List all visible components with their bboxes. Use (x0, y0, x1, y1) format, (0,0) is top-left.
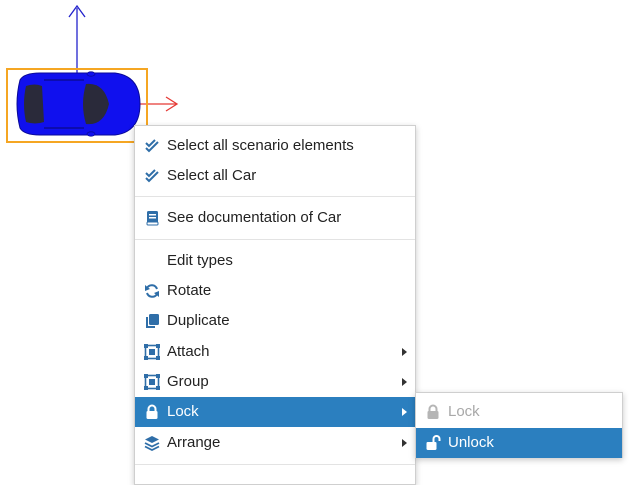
lock-icon (146, 404, 158, 419)
submenu-item-label: Unlock (448, 434, 494, 451)
attach-frame-icon (144, 344, 160, 360)
menu-item-group[interactable]: Group (135, 367, 415, 397)
menu-item-label: Rotate (167, 282, 212, 299)
car-vehicle[interactable] (16, 71, 141, 137)
submenu-item-lock: Lock (416, 397, 622, 427)
copy-icon (146, 314, 159, 328)
lock-icon (427, 404, 439, 419)
submenu-item-label: Lock (448, 403, 480, 420)
menu-item-label: See documentation of Car (167, 209, 342, 226)
menu-item-label: Edit types (167, 252, 233, 269)
double-check-icon (145, 139, 159, 153)
menu-item-select-all-car[interactable]: Select all Car (135, 161, 415, 191)
group-frame-icon (144, 374, 160, 390)
menu-item-arrange[interactable]: Arrange (135, 428, 415, 458)
menu-item-label: Lock (167, 403, 199, 420)
lock-submenu: Lock Unlock (415, 392, 623, 458)
menu-item-label: Select all Car (167, 167, 257, 184)
menu-separator (135, 196, 415, 197)
menu-item-rotate[interactable]: Rotate (135, 276, 415, 306)
menu-item-lock[interactable]: Lock (135, 397, 415, 427)
menu-item-select-all-scenario-elements[interactable]: Select all scenario elements (135, 131, 415, 161)
menu-item-label: Group (167, 373, 209, 390)
menu-item-attach[interactable]: Attach (135, 337, 415, 367)
menu-item-see-documentation[interactable]: See documentation of Car (135, 203, 415, 233)
chevron-right-icon (402, 348, 407, 356)
chevron-right-icon (402, 439, 407, 447)
chevron-right-icon (402, 408, 407, 416)
menu-separator (135, 239, 415, 240)
book-icon (146, 211, 159, 226)
submenu-item-unlock[interactable]: Unlock (416, 428, 622, 458)
menu-item-edit-types[interactable]: Edit types (135, 246, 415, 276)
double-check-icon (145, 169, 159, 183)
menu-item-label: Select all scenario elements (167, 137, 354, 154)
unlock-icon (426, 435, 441, 450)
rotate-icon (145, 284, 159, 298)
menu-item-duplicate[interactable]: Duplicate (135, 306, 415, 336)
menu-separator (135, 464, 415, 465)
menu-item-label: Attach (167, 343, 210, 360)
layers-icon (144, 436, 160, 451)
chevron-right-icon (402, 378, 407, 386)
menu-item-label: Arrange (167, 434, 221, 451)
context-menu: Select all scenario elements Select all … (134, 125, 416, 485)
menu-item-label: Duplicate (167, 312, 230, 329)
